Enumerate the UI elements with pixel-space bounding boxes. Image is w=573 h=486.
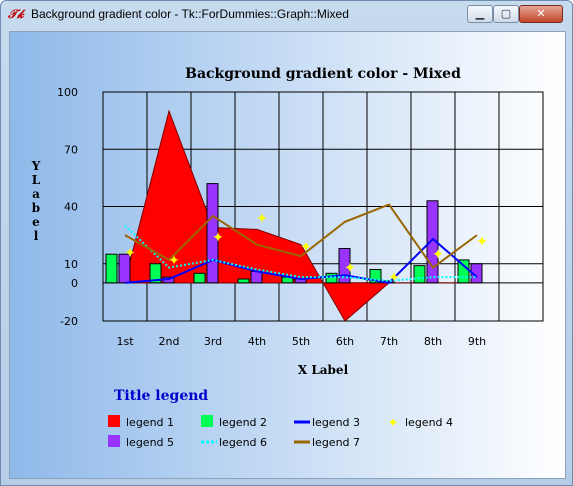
y-tick-label: 10 bbox=[64, 258, 78, 271]
x-tick-label: 9th bbox=[468, 335, 486, 348]
point-mark: ✦ bbox=[256, 211, 268, 227]
y-axis-label-char: b bbox=[32, 201, 40, 215]
point-mark: ✦ bbox=[344, 261, 356, 277]
maximize-icon: ▢ bbox=[500, 7, 512, 20]
chart-svg: Background gradient color - Mixed X Labe… bbox=[10, 32, 565, 478]
y-axis-label-char: Y bbox=[31, 159, 41, 173]
x-tick-label: 2nd bbox=[159, 335, 180, 348]
bar-mark bbox=[250, 270, 263, 284]
bar-mark bbox=[237, 278, 250, 284]
point-mark: ✦ bbox=[168, 253, 180, 269]
legend-label: legend 5 bbox=[126, 436, 174, 449]
y-tick-label: 70 bbox=[64, 143, 78, 156]
chart-canvas: Background gradient color - Mixed X Labe… bbox=[9, 31, 566, 479]
minimize-icon: ▁ bbox=[475, 7, 485, 20]
y-tick-label: 100 bbox=[57, 86, 78, 99]
y-axis-label-char: L bbox=[32, 173, 41, 187]
y-axis-label-char: l bbox=[34, 229, 39, 243]
legend-title: Title legend bbox=[114, 388, 208, 404]
legend-swatch bbox=[201, 415, 213, 427]
legend-label: legend 1 bbox=[126, 416, 174, 429]
point-mark: ✦ bbox=[388, 270, 400, 286]
x-tick-label: 4th bbox=[248, 335, 266, 348]
legend-swatch bbox=[108, 415, 120, 427]
title-bar[interactable]: 𝒯𝓀 Background gradient color - Tk::ForDu… bbox=[1, 1, 572, 29]
x-tick-label: 6th bbox=[336, 335, 354, 348]
point-mark: ✦ bbox=[476, 234, 488, 250]
legend-swatch bbox=[108, 435, 120, 447]
legend-label: legend 4 bbox=[405, 416, 453, 429]
chart-title: Background gradient color - Mixed bbox=[185, 66, 461, 82]
app-window: 𝒯𝓀 Background gradient color - Tk::ForDu… bbox=[0, 0, 573, 486]
x-tick-label: 7th bbox=[380, 335, 398, 348]
bar-mark bbox=[193, 272, 206, 284]
legend-label: legend 2 bbox=[219, 416, 267, 429]
point-mark: ✦ bbox=[212, 230, 224, 246]
close-button[interactable]: ✕ bbox=[519, 5, 563, 23]
y-tick-label: -20 bbox=[60, 315, 78, 328]
legend-label: legend 7 bbox=[312, 436, 360, 449]
bar-mark bbox=[105, 253, 118, 284]
point-mark: ✦ bbox=[124, 245, 136, 261]
x-tick-label: 5th bbox=[292, 335, 310, 348]
y-tick-label: 0 bbox=[71, 277, 78, 290]
x-axis-label: X Label bbox=[298, 363, 349, 377]
window-title: Background gradient color - Tk::ForDummi… bbox=[31, 7, 349, 21]
legend-swatch: ✦ bbox=[388, 416, 399, 431]
point-mark: ✦ bbox=[300, 240, 312, 256]
x-tick-label: 8th bbox=[424, 335, 442, 348]
x-tick-label: 3rd bbox=[204, 335, 222, 348]
legend-label: legend 3 bbox=[312, 416, 360, 429]
bar-mark bbox=[413, 265, 426, 284]
minimize-button[interactable]: ▁ bbox=[467, 5, 493, 23]
y-tick-label: 40 bbox=[64, 201, 78, 214]
close-icon: ✕ bbox=[536, 7, 546, 20]
y-axis-label-char: e bbox=[32, 215, 40, 229]
y-axis-label-char: a bbox=[32, 187, 40, 201]
point-mark: ✦ bbox=[432, 247, 444, 263]
tk-feather-icon: 𝒯𝓀 bbox=[8, 7, 24, 21]
x-tick-label: 1st bbox=[116, 335, 134, 348]
legend-label: legend 6 bbox=[219, 436, 267, 449]
maximize-button[interactable]: ▢ bbox=[493, 5, 519, 23]
